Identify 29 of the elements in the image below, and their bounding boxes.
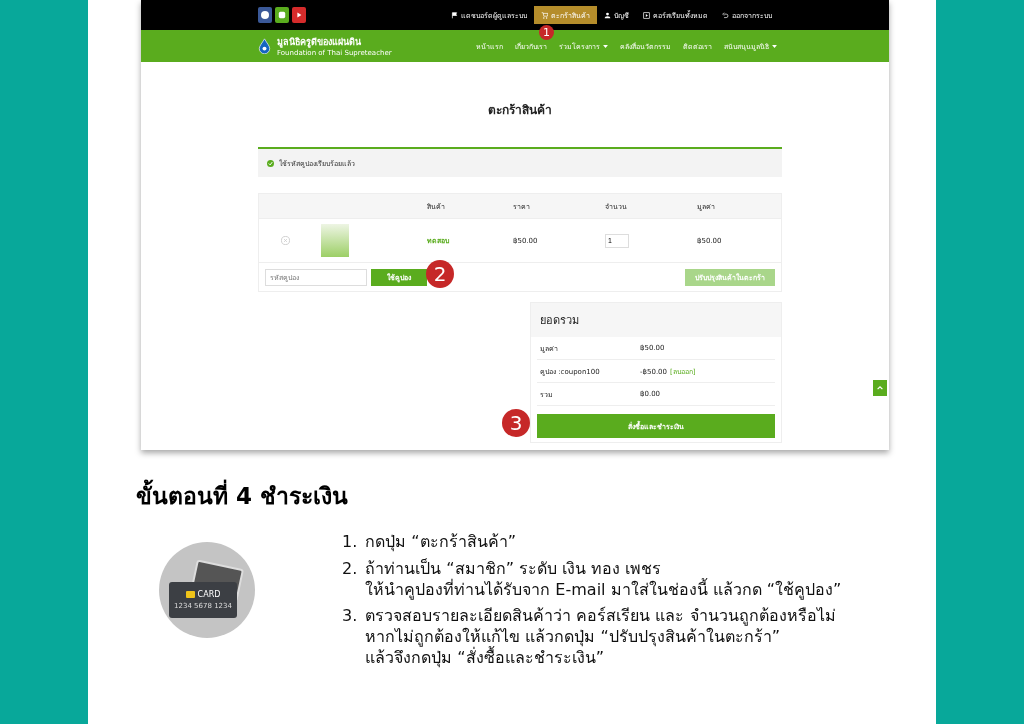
undo-icon <box>722 11 729 19</box>
play-icon <box>643 11 650 19</box>
chevron-up-icon <box>876 384 884 392</box>
step-text: แล้วจึงกดปุ่ม “สั่งซื้อและชำระเงิน” <box>365 648 604 669</box>
step-text: ให้นำคูปองที่ท่านได้รับจาก E-mail มาใส่ในช่องนี้ แล้วกด “ใช้คูปอง” <box>365 579 842 601</box>
totals-title: ยอดรวม <box>531 303 781 337</box>
step-marker: 3 <box>502 409 530 437</box>
step-number: 2. <box>342 558 358 580</box>
caret-icon <box>603 44 608 48</box>
step-marker: 2 <box>426 260 454 288</box>
step-text: ถ้าท่านเป็น “สมาชิก” ระดับ เงิน ทอง เพชร <box>365 558 663 578</box>
page-title: ตะกร้าสินค้า <box>487 102 553 119</box>
step-number: 1. <box>342 532 358 553</box>
step-heading: ขั้นตอนที่ 4 ชำระเงิน <box>136 478 349 514</box>
check-icon <box>267 159 274 167</box>
flag-icon <box>451 11 458 19</box>
youtube-icon[interactable] <box>292 7 306 23</box>
caret-icon <box>772 44 777 48</box>
product-thumbnail <box>321 224 349 257</box>
chat-icon[interactable] <box>275 7 289 23</box>
cart-icon <box>541 11 548 19</box>
step-text: หากไม่ถูกต้องให้แก้ไข แล้วกดปุ่ม “ปรับปรุงสินค้าในตะกร้า” <box>365 627 781 647</box>
brand-name: มูลนิธิครูดีของแผ่นดิน <box>277 36 362 49</box>
user-icon <box>604 11 611 19</box>
step-text: กดปุ่ม “ตะกร้าสินค้า” <box>365 532 516 553</box>
water-drop-logo <box>258 38 271 54</box>
step-number: 3. <box>342 606 358 628</box>
step-text: ตรวจสอบรายละเอียดสินค้าว่า คอร์สเรียน และ จำนวนถูกต้องหรือไม่ <box>365 606 836 627</box>
facebook-icon[interactable] <box>258 7 272 23</box>
